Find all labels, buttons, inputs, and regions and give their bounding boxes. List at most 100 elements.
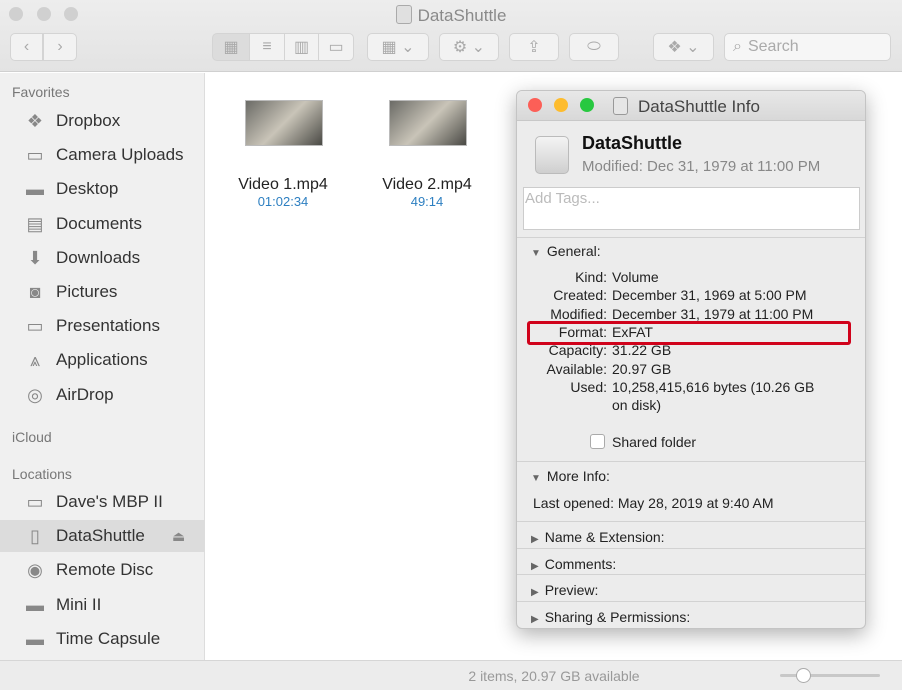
shared-folder-checkbox[interactable] (590, 434, 605, 449)
info-minimize-button[interactable] (554, 98, 568, 112)
documents-icon: ▤ (26, 213, 44, 234)
general-section-toggle[interactable]: ▼ General: (531, 243, 601, 259)
dropbox-icon: ❖ (26, 111, 44, 131)
divider (517, 461, 865, 462)
column-view-button[interactable]: ▥ (284, 33, 319, 61)
downloads-icon: ⬇ (27, 247, 43, 268)
info-close-button[interactable] (528, 98, 542, 112)
favorites-header: Favorites (12, 84, 70, 100)
disclosure-closed-icon: ▶ (531, 614, 539, 625)
info-value: Volume (612, 269, 659, 285)
sidebar-item-desktop[interactable]: ▬ Desktop (0, 173, 205, 205)
divider (517, 521, 865, 522)
tags-input[interactable]: Add Tags... (523, 187, 860, 230)
info-value: 10,258,415,616 bytes (10.26 GB (612, 378, 815, 395)
sidebar-item-airdrop[interactable]: ◎ AirDrop (0, 379, 205, 411)
info-label: Used: (570, 378, 607, 395)
drive-icon (613, 97, 628, 115)
locations-header: Locations (12, 466, 72, 482)
shared-folder-label: Shared folder (612, 434, 697, 450)
sidebar-item-dropbox[interactable]: ❖ Dropbox (0, 105, 205, 137)
file-name: Video 1.mp4 (238, 176, 328, 193)
section-toggle[interactable]: ▶ Sharing & Permissions: (531, 609, 690, 625)
format-highlight-box (527, 321, 851, 345)
drive-large-icon (535, 136, 569, 174)
info-titlebar: DataShuttle Info (517, 91, 865, 121)
action-gear-button[interactable]: ⚙ ⌄ (439, 33, 499, 61)
disc-icon: ◉ (27, 560, 43, 581)
dropbox-button[interactable]: ❖ ⌄ (653, 33, 714, 61)
section-toggle[interactable]: ▶ Preview: (531, 582, 598, 598)
sidebar-item-mini-ii[interactable]: ▬ Mini II (0, 589, 205, 621)
eject-icon[interactable]: ⏏ (172, 528, 185, 545)
search-icon: ⌕ (733, 38, 742, 55)
video-thumbnail (245, 100, 323, 146)
folder-icon: ▭ (26, 145, 44, 166)
sidebar-item-presentations[interactable]: ▭ Presentations (0, 310, 205, 342)
info-label: Created: (553, 287, 607, 304)
info-zoom-button[interactable] (580, 98, 594, 112)
airdrop-icon: ◎ (27, 384, 43, 405)
section-toggle[interactable]: ▶ Comments: (531, 556, 616, 572)
info-label: Available: (546, 360, 607, 377)
drive-icon: ▯ (30, 526, 40, 547)
sidebar-item-dave-s-mbp-ii[interactable]: ▭ Dave's MBP II (0, 486, 205, 518)
tag-button[interactable]: ⬭ (569, 33, 619, 61)
forward-button[interactable]: › (43, 33, 77, 61)
disclosure-open-icon: ▼ (531, 248, 541, 259)
sidebar-item-applications[interactable]: ⩓ Applications (0, 344, 205, 376)
info-value: December 31, 1979 at 11:00 PM (612, 305, 814, 322)
list-view-button[interactable]: ≡ (249, 33, 285, 61)
info-label: Modified: (550, 305, 607, 322)
info-label: Kind: (575, 269, 607, 285)
sidebar-item-time-capsule[interactable]: ▬ Time Capsule (0, 623, 205, 655)
file-duration: 01:02:34 (257, 194, 309, 209)
file-item[interactable]: Video 1.mp4 01:02:34 (222, 100, 343, 209)
icloud-header: iCloud (12, 429, 52, 445)
sidebar: Favorites ❖ Dropbox ▭ Camera Uploads ▬ Deskto… (0, 73, 205, 660)
icon-view-button[interactable]: ▦ (212, 33, 250, 61)
sidebar-item-downloads[interactable]: ⬇ Downloads (0, 242, 205, 274)
divider (517, 548, 865, 549)
applications-icon: ⩓ (29, 350, 41, 371)
more-info-section-toggle[interactable]: ▼ More Info: (531, 468, 610, 484)
last-opened: Last opened: May 28, 2019 at 9:40 AM (533, 495, 774, 511)
divider (517, 601, 865, 602)
divider (517, 237, 865, 238)
back-button[interactable]: ‹ (10, 33, 43, 61)
disclosure-closed-icon: ▶ (531, 534, 539, 545)
video-thumbnail (389, 100, 467, 146)
info-title: DataShuttle Info (638, 97, 760, 116)
info-window: DataShuttle Info DataShuttle Modified: D… (516, 90, 866, 629)
gallery-view-button[interactable]: ▭ (318, 33, 354, 61)
section-toggle[interactable]: ▶ Name & Extension: (531, 529, 665, 545)
desktop-icon: ▬ (26, 179, 44, 200)
folder-icon: ▭ (26, 316, 44, 337)
modified-summary: Modified: Dec 31, 1979 at 11:00 PM (582, 158, 821, 175)
sidebar-item-datashuttle[interactable]: ▯ DataShuttle ⏏ (0, 520, 205, 553)
time-capsule-icon: ▬ (26, 628, 44, 649)
divider (517, 574, 865, 575)
search-input[interactable]: ⌕ Search (724, 33, 891, 61)
icon-size-slider[interactable] (780, 674, 880, 677)
sidebar-item-documents[interactable]: ▤ Documents (0, 208, 205, 240)
finder-toolbar: DataShuttle ‹ › ▦ ≡ ▥ ▭ ▦ ⌄ ⚙ ⌄ ⇪ ⬭ ❖ ⌄ … (0, 0, 902, 72)
disclosure-closed-icon: ▶ (531, 587, 539, 598)
info-value: on disk) (612, 397, 662, 414)
group-by-button[interactable]: ▦ ⌄ (367, 33, 429, 61)
info-value: December 31, 1969 at 5:00 PM (612, 287, 807, 304)
mac-mini-icon: ▬ (26, 594, 44, 615)
sidebar-item-pictures[interactable]: ◙ Pictures (0, 276, 205, 308)
volume-name: DataShuttle (582, 133, 683, 153)
file-name: Video 2.mp4 (382, 176, 472, 193)
drive-icon (395, 5, 412, 24)
info-value: 20.97 GB (612, 360, 672, 377)
disclosure-closed-icon: ▶ (531, 561, 539, 572)
sidebar-item-remote-disc[interactable]: ◉ Remote Disc (0, 554, 205, 586)
slider-knob[interactable] (796, 668, 811, 683)
window-title: DataShuttle (0, 5, 902, 26)
sidebar-item-camera-uploads[interactable]: ▭ Camera Uploads (0, 139, 205, 171)
share-button[interactable]: ⇪ (509, 33, 559, 61)
file-item[interactable]: Video 2.mp4 49:14 (367, 100, 487, 209)
camera-icon: ◙ (29, 282, 41, 302)
